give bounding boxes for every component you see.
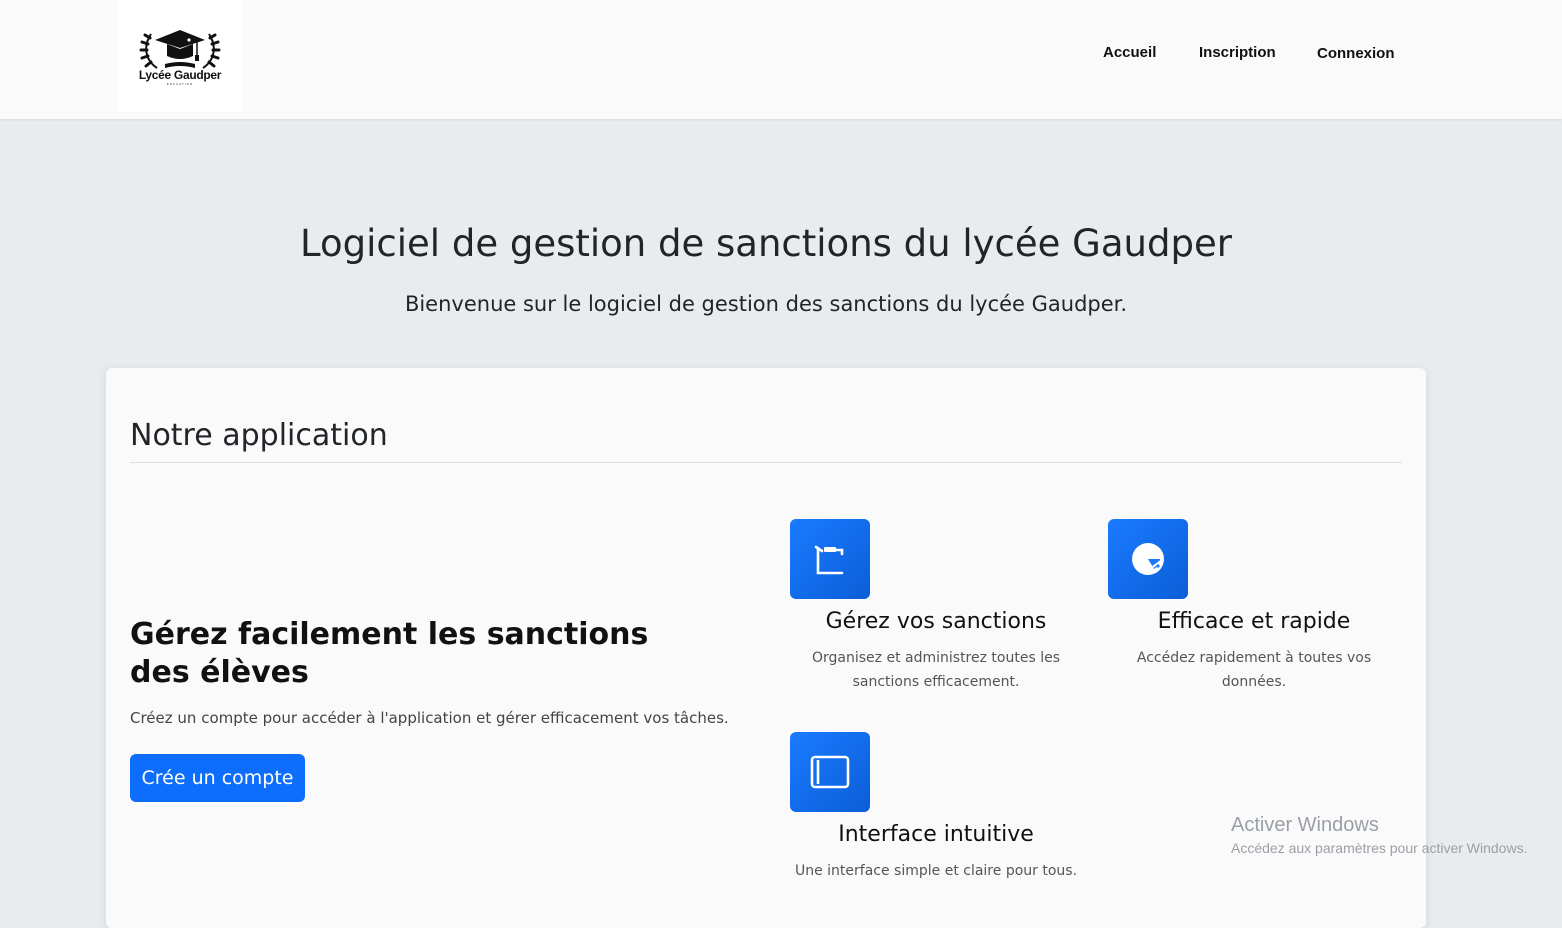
feature-description: Organisez et administrez toutes les sanc…	[812, 650, 1060, 690]
nav-link-connexion[interactable]: Connexion	[1317, 45, 1395, 62]
window-icon	[790, 732, 870, 812]
lead-text: Créez un compte pour accéder à l'applica…	[130, 709, 729, 727]
nav-link-inscription[interactable]: Inscription	[1199, 44, 1276, 61]
feature-title: Interface intuitive	[838, 822, 1034, 847]
feature-description: Accédez rapidement à toutes vos données.	[1136, 650, 1372, 690]
nav-link-accueil[interactable]: Accueil	[1103, 44, 1156, 61]
speedometer-icon	[1108, 519, 1188, 599]
navbar: Lycée Gaudper EDUCATION Accueil Inscript…	[0, 0, 1562, 119]
create-account-button[interactable]: Crée un compte	[130, 754, 305, 802]
app-card: Notre application Gérez facilement les s…	[106, 368, 1426, 928]
graduation-cap-icon	[139, 30, 221, 69]
lead-title: Gérez facilement les sanctions des élève…	[130, 617, 649, 690]
feature-title: Gérez vos sanctions	[825, 609, 1047, 634]
logo-name: Lycée Gaudper	[138, 68, 222, 82]
logo[interactable]: Lycée Gaudper EDUCATION	[118, 0, 242, 112]
section-title: Notre application	[130, 418, 388, 453]
feature-title: Efficace et rapide	[1157, 609, 1351, 634]
page-title: Logiciel de gestion de sanctions du lycé…	[300, 222, 1232, 265]
section-divider	[130, 462, 1402, 463]
logo-tagline: EDUCATION	[166, 82, 194, 86]
feature-description: Une interface simple et claire pour tous…	[794, 863, 1078, 879]
clipboard-icon	[790, 519, 870, 599]
page-subtitle: Bienvenue sur le logiciel de gestion des…	[404, 292, 1128, 316]
